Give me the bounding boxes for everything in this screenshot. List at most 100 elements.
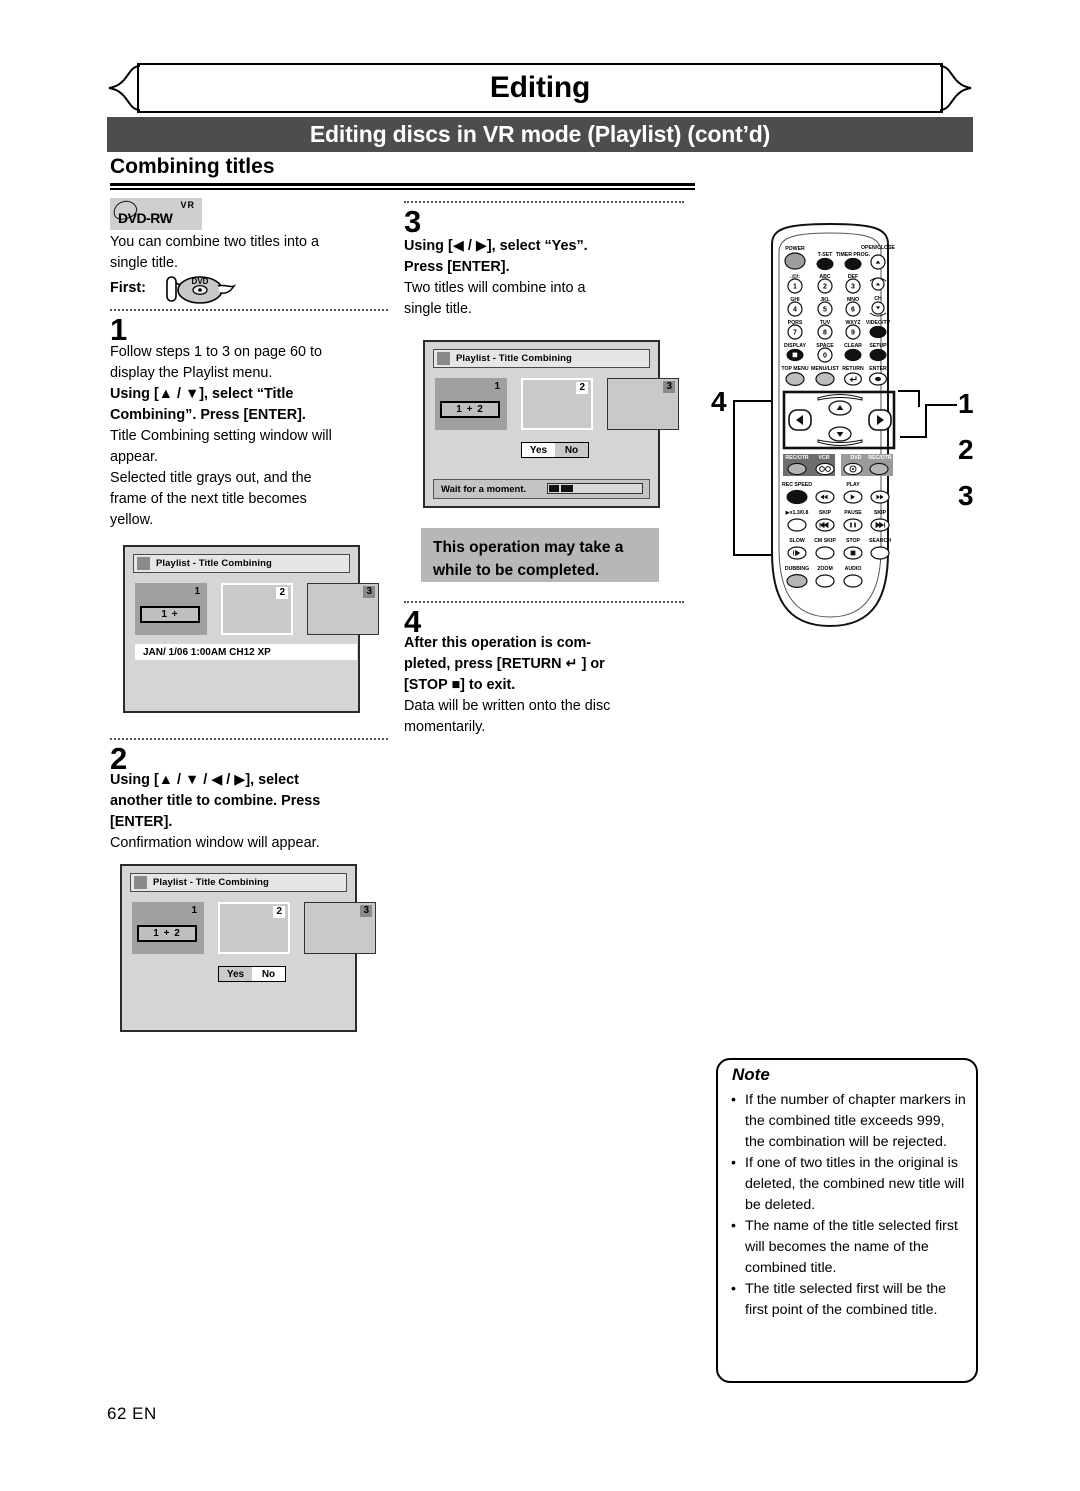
- screen-3-thumb-1[interactable]: 1 1 + 2: [435, 378, 507, 430]
- svg-text:4: 4: [793, 306, 797, 313]
- note-item: If the number of chapter markers in the …: [730, 1090, 966, 1153]
- screen-2-no-button[interactable]: No: [252, 967, 285, 981]
- note-list: If the number of chapter markers in the …: [718, 1060, 976, 1321]
- chapter-header: Editing: [107, 63, 973, 115]
- screen-2-thumb-3[interactable]: 3: [304, 902, 376, 954]
- svg-text:SKIP: SKIP: [874, 510, 887, 516]
- step-4-line-3: [STOP ■] to exit.: [404, 677, 516, 693]
- screen-2-thumb-2[interactable]: 2: [218, 902, 290, 954]
- step-4-line-2: pleted, press [RETURN ↵ ] or: [404, 656, 605, 672]
- step-2-line-4: Confirmation window will appear.: [110, 835, 320, 851]
- warning-line-1: This operation may take a: [433, 539, 624, 556]
- intro-line-1: You can combine two titles into a: [110, 234, 320, 250]
- step-3-line-3: Two titles will combine into a: [404, 280, 586, 296]
- screen-1-title-icon: [137, 557, 150, 570]
- progress-bar: [547, 483, 643, 494]
- screen-step-1: Playlist - Title Combining 1 1 + 2 3 JAN…: [123, 545, 379, 713]
- callout-1: 1: [958, 388, 974, 419]
- svg-text:DVD: DVD: [851, 455, 862, 461]
- badge-vr-label: VR: [180, 200, 195, 210]
- svg-text:CLEAR: CLEAR: [844, 343, 862, 349]
- warning-callout: This operation may take a while to be co…: [421, 528, 659, 582]
- step-2-body: Using [▲ / ▼ / ◀ / ▶], select another ti…: [110, 770, 392, 854]
- svg-text:▶x1.3/0.8: ▶x1.3/0.8: [785, 510, 809, 516]
- step-4-line-4: Data will be written onto the disc: [404, 698, 611, 714]
- svg-text:REC/OTR: REC/OTR: [868, 455, 892, 461]
- svg-text:T-SET: T-SET: [818, 252, 834, 258]
- svg-text:DISPLAY: DISPLAY: [784, 343, 807, 349]
- callout-4: 4: [711, 386, 727, 417]
- callout-2: 2: [958, 434, 974, 465]
- step-2-line-2: another title to combine. Press: [110, 793, 321, 809]
- screen-1-thumb-2[interactable]: 2: [221, 583, 293, 635]
- screen-1-title-text: Playlist - Title Combining: [156, 558, 272, 569]
- svg-text:2: 2: [823, 283, 827, 290]
- svg-text:ZOOM: ZOOM: [817, 566, 833, 572]
- svg-text:POWER: POWER: [785, 246, 805, 252]
- svg-text:STOP: STOP: [846, 538, 861, 544]
- svg-text:VCR: VCR: [819, 455, 830, 461]
- intro-line-2: single title.: [110, 255, 178, 271]
- screen-2-confirm-dialog[interactable]: Yes No: [218, 966, 286, 982]
- screen-3-yes-button[interactable]: Yes: [522, 443, 555, 457]
- screen-3-combine-badge: 1 + 2: [440, 401, 500, 418]
- screen-1-info-bar: JAN/ 1/06 1:00AM CH12 XP: [135, 644, 357, 660]
- note-item: The name of the title selected first wil…: [730, 1216, 966, 1279]
- badge-disc-label: DVD-RW: [118, 210, 173, 226]
- screen-1-thumb-1[interactable]: 1 1 +: [135, 583, 207, 635]
- step-1-line-1: Follow steps 1 to 3 on page 60 to: [110, 344, 323, 360]
- svg-text:SETUP: SETUP: [869, 343, 887, 349]
- svg-text:6: 6: [851, 306, 855, 313]
- callout-3: 3: [958, 480, 974, 511]
- screen-2-title-icon: [134, 876, 147, 889]
- svg-text:SKIP: SKIP: [819, 510, 832, 516]
- step-3-body: Using [◀ / ▶], select “Yes”. Press [ENTE…: [404, 236, 689, 320]
- svg-text:DVD: DVD: [192, 277, 209, 286]
- screen-3-thumb-3[interactable]: 3: [607, 378, 679, 430]
- screen-1-combine-badge: 1 +: [140, 606, 200, 623]
- step-3-line-2: Press [ENTER].: [404, 259, 510, 275]
- screen-2-yes-button[interactable]: Yes: [219, 967, 252, 981]
- step-1-number: 1: [110, 312, 128, 347]
- subsection-title: Combining titles: [110, 155, 275, 178]
- step-4-body: After this operation is com- pleted, pre…: [404, 633, 692, 738]
- screen-1-thumbnails: 1 1 + 2 3: [135, 583, 379, 641]
- svg-text:RETURN: RETURN: [842, 366, 864, 372]
- screen-3-title-text: Playlist - Title Combining: [456, 353, 572, 364]
- svg-text:PLAY: PLAY: [846, 482, 860, 488]
- svg-text:REC SPEED: REC SPEED: [782, 482, 812, 488]
- svg-text:MENU/LIST: MENU/LIST: [811, 366, 840, 372]
- screen-3-thumb-3-number: 3: [663, 381, 675, 393]
- page-title: Editing: [489, 71, 591, 104]
- screen-1-thumb-3[interactable]: 3: [307, 583, 379, 635]
- step-4-line-5: momentarily.: [404, 719, 486, 735]
- screen-1-thumb-3-number: 3: [363, 586, 375, 598]
- divider-thin: [110, 188, 695, 190]
- note-box: Note If the number of chapter markers in…: [716, 1058, 978, 1383]
- screen-1-thumb-1-number: 1: [194, 586, 200, 597]
- step-2-rule: [110, 738, 388, 740]
- warning-line-2: while to be completed.: [433, 562, 600, 579]
- svg-text:CH: CH: [874, 296, 882, 302]
- step-3-line-1: Using [◀ / ▶], select “Yes”.: [404, 238, 588, 254]
- page-number: 62 EN: [107, 1404, 157, 1423]
- step-1-line-5: Title Combining setting window will: [110, 428, 332, 444]
- screen-3-confirm-dialog[interactable]: Yes No: [521, 442, 589, 458]
- svg-text:OPEN/CLOSE: OPEN/CLOSE: [861, 245, 896, 251]
- svg-text:AUDIO: AUDIO: [845, 566, 862, 572]
- first-label: First:: [110, 280, 146, 296]
- step-3-number: 3: [404, 204, 422, 239]
- note-item: The title selected first will be the fir…: [730, 1279, 966, 1321]
- svg-text:0: 0: [823, 352, 827, 359]
- screen-step-2: Playlist - Title Combining 1 1 + 2 2 3 Y…: [120, 864, 376, 1032]
- screen-2-combine-badge: 1 + 2: [137, 925, 197, 942]
- step-1-line-9: yellow.: [110, 512, 154, 528]
- screen-3-no-button[interactable]: No: [555, 443, 588, 457]
- note-item: If one of two titles in the original is …: [730, 1153, 966, 1216]
- step-2-line-3: [ENTER].: [110, 814, 173, 830]
- intro-text: You can combine two titles into a single…: [110, 232, 385, 306]
- svg-text:5: 5: [823, 306, 827, 313]
- screen-3-thumb-2[interactable]: 2: [521, 378, 593, 430]
- screen-step-3: Playlist - Title Combining 1 1 + 2 2 3 Y…: [423, 340, 679, 508]
- screen-2-thumb-1[interactable]: 1 1 + 2: [132, 902, 204, 954]
